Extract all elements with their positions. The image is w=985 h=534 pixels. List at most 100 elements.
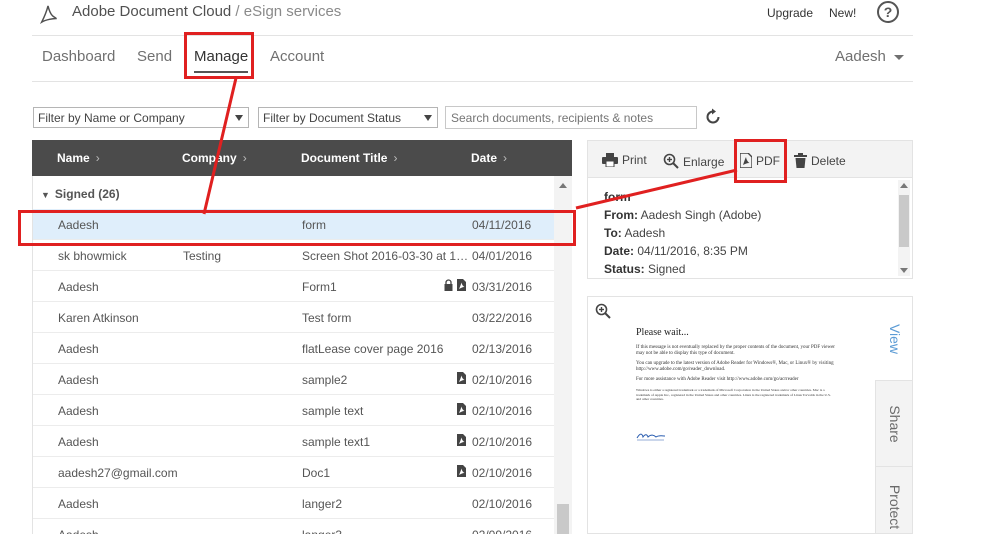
details-status: Status: Signed — [604, 262, 686, 276]
cell-date: 02/10/2016 — [472, 404, 533, 418]
group-header-signed[interactable]: ▼ Signed (26) — [41, 187, 120, 201]
upgrade-link[interactable]: Upgrade — [767, 6, 813, 20]
lock-icon — [444, 279, 453, 291]
cell-name: Aadesh — [58, 435, 99, 449]
cell-document-title: Test form — [302, 311, 352, 325]
cell-name: Aadesh — [58, 497, 99, 511]
preview-paragraph: If this message is not eventually replac… — [636, 345, 835, 356]
magnify-plus-icon — [663, 153, 679, 169]
cell-date: 04/01/2016 — [472, 249, 533, 263]
document-preview: Please wait... If this message is not ev… — [587, 296, 913, 534]
cell-document-title: langer3 — [302, 528, 470, 534]
new-link[interactable]: New! — [829, 6, 856, 20]
column-header-company[interactable]: Company › — [182, 151, 247, 165]
cell-document-title: sample2 — [302, 373, 348, 387]
table-row[interactable]: Aadesh langer302/09/2016 — [33, 519, 555, 534]
cell-document-title: sample text1 — [302, 435, 371, 449]
document-icon — [457, 403, 466, 415]
delete-button[interactable]: Delete — [794, 153, 846, 168]
printer-icon — [602, 153, 618, 168]
filter-name-company-value: Filter by Name or Company — [38, 111, 185, 125]
cell-name: Aadesh — [58, 342, 99, 356]
document-icon — [457, 465, 466, 477]
table-row[interactable]: aadesh27@gmail.com Doc1 02/10/2016 — [33, 457, 555, 488]
top-bar: Adobe Document Cloud / eSign services Up… — [32, 0, 913, 36]
tab-protect[interactable]: Protect — [875, 467, 912, 533]
cell-date: 02/09/2016 — [472, 528, 552, 534]
cell-date: 03/22/2016 — [472, 311, 533, 325]
caret-down-icon: ▼ — [41, 190, 50, 200]
table-row[interactable]: Aadesh langer2 02/10/2016 — [33, 488, 555, 519]
table-row[interactable]: Aadesh sample2 02/10/2016 — [33, 364, 555, 395]
enlarge-button[interactable]: Enlarge — [663, 153, 724, 169]
annotation-box-manage — [184, 32, 254, 79]
chevron-right-icon: › — [393, 151, 398, 165]
annotation-box-selected-row — [18, 210, 576, 246]
user-menu[interactable]: Aadesh — [835, 48, 904, 65]
details-scrollbar[interactable] — [898, 180, 910, 276]
annotation-box-pdf — [734, 139, 787, 183]
scrollbar-thumb[interactable] — [899, 195, 909, 247]
preview-heading: Please wait... — [636, 327, 689, 338]
chevron-right-icon: › — [95, 151, 100, 165]
agreement-details: form From: Aadesh Singh (Adobe) To: Aade… — [587, 178, 913, 279]
document-icon — [457, 372, 466, 384]
cell-company: Testing — [183, 249, 222, 263]
cell-document-title: Screen Shot 2016-03-30 at 1.07... — [302, 249, 470, 263]
details-title: form — [604, 190, 631, 204]
cell-date: 03/31/2016 — [472, 280, 533, 294]
table-row[interactable]: Karen Atkinson Test form 03/22/2016 — [33, 302, 555, 333]
cell-date: 02/10/2016 — [472, 466, 533, 480]
brand-title: Adobe Document Cloud / eSign services — [72, 3, 342, 20]
table-row[interactable]: Aadesh sample text 02/10/2016 — [33, 395, 555, 426]
chevron-right-icon: › — [242, 151, 247, 165]
dropdown-arrow-icon — [424, 115, 432, 121]
cell-name: sk bhowmick — [58, 249, 127, 263]
help-icon[interactable]: ? — [877, 1, 899, 23]
tab-view[interactable]: View — [875, 297, 912, 381]
adobe-acrobat-logo-icon[interactable] — [39, 4, 57, 24]
dropdown-arrow-icon — [235, 115, 243, 121]
tab-account[interactable]: Account — [270, 48, 324, 65]
cell-name: Aadesh — [58, 280, 99, 294]
table-row[interactable]: Aadesh sample text1 02/10/2016 — [33, 426, 555, 457]
cell-name: Aadesh — [58, 373, 99, 387]
print-button[interactable]: Print — [602, 153, 647, 168]
scroll-down-icon[interactable] — [900, 268, 908, 273]
cell-name: Karen Atkinson — [58, 311, 139, 325]
tab-share[interactable]: Share — [875, 381, 912, 467]
user-name: Aadesh — [835, 48, 886, 65]
tab-send[interactable]: Send — [137, 48, 172, 65]
table-row[interactable]: Aadesh flatLease cover page 2016 02/13/201… — [33, 333, 555, 364]
tab-dashboard[interactable]: Dashboard — [42, 48, 115, 65]
column-header-name[interactable]: Name › — [57, 151, 100, 165]
details-date: Date: 04/11/2016, 8:35 PM — [604, 244, 748, 258]
preview-fineprint: Windows is either a registered trademark… — [636, 388, 831, 401]
cell-date: 02/10/2016 — [472, 435, 533, 449]
cell-document-title: flatLease cover page 2016 — [302, 342, 444, 356]
cell-name: Aadesh — [58, 528, 178, 534]
main-nav: Dashboard Send Manage Account Aadesh — [32, 36, 913, 82]
column-header-date[interactable]: Date › — [471, 151, 507, 165]
zoom-in-icon[interactable] — [595, 303, 611, 319]
cell-date: 02/10/2016 — [472, 373, 533, 387]
table-row[interactable]: Aadesh Form1 03/31/2016 — [33, 271, 555, 302]
table-header: Name › Company › Document Title › Date › — [32, 140, 572, 176]
preview-paragraph: For more assistance with Adobe Reader vi… — [636, 377, 799, 382]
details-to: To: Aadesh — [604, 226, 666, 240]
scrollbar-thumb[interactable] — [557, 504, 569, 534]
column-header-document-title[interactable]: Document Title › — [301, 151, 397, 165]
filter-status-select[interactable]: Filter by Document Status — [258, 107, 438, 128]
filter-name-company-select[interactable]: Filter by Name or Company — [33, 107, 249, 128]
search-input[interactable] — [445, 106, 697, 129]
document-icon — [457, 279, 466, 291]
cell-name: aadesh27@gmail.com — [58, 466, 178, 480]
document-icon — [457, 434, 466, 446]
chevron-down-icon — [893, 54, 904, 60]
cell-date: 02/10/2016 — [472, 497, 533, 511]
cell-document-title: Doc1 — [302, 466, 331, 480]
refresh-icon[interactable] — [704, 108, 722, 126]
scroll-up-icon[interactable] — [900, 183, 908, 188]
scroll-up-icon[interactable] — [559, 183, 567, 188]
filter-status-value: Filter by Document Status — [263, 111, 402, 125]
